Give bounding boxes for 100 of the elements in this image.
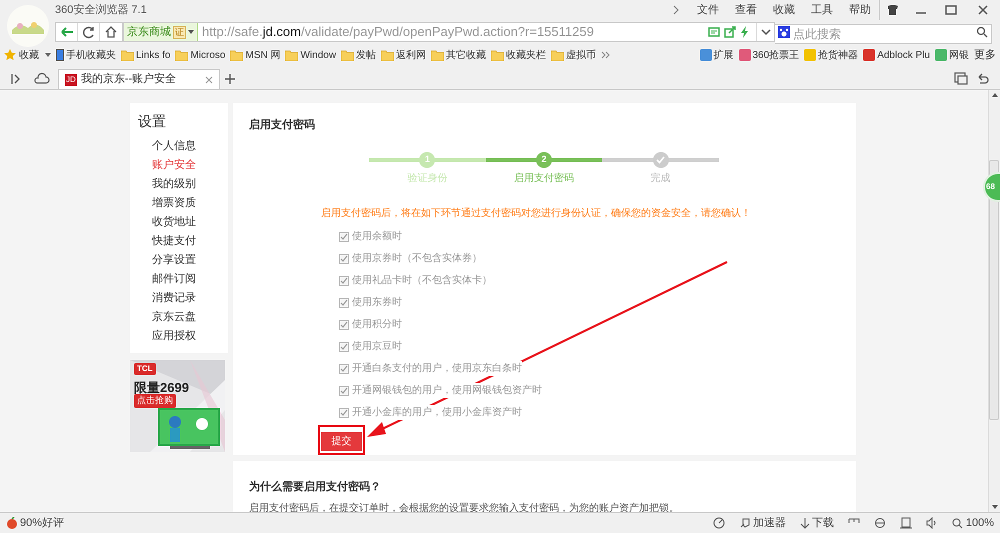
tomato-icon (6, 517, 18, 529)
checkbox[interactable] (339, 364, 349, 374)
search-icon (976, 26, 988, 38)
address-bar[interactable]: 京东商城 证 http://safe.jd.com/validate/payPwd/openPayPwd.action?r=15511259 (123, 22, 775, 42)
checkbox[interactable] (339, 320, 349, 330)
sidebar-item[interactable]: 账户安全 (138, 156, 228, 175)
tick-icon (340, 364, 348, 372)
bookmark[interactable]: 手机收藏夹 (56, 48, 116, 62)
sidebar-item[interactable]: 京东云盘 (138, 308, 228, 327)
bookmark[interactable]: Links fo (121, 48, 170, 62)
window-icon[interactable] (900, 517, 912, 529)
folder-icon (230, 50, 244, 60)
bookmark[interactable]: 虚拟币 (551, 48, 596, 62)
folder-icon (491, 50, 504, 60)
folder-icon (431, 50, 444, 60)
paw-icon (778, 26, 790, 38)
ad-cta: 点击抢购 (134, 394, 176, 408)
bookmark[interactable]: Window (285, 48, 336, 62)
checkmark-icon (656, 156, 666, 164)
menu-item[interactable]: 帮助 (849, 2, 871, 18)
tick-icon (340, 298, 348, 306)
menu-item[interactable]: 查看 (735, 2, 757, 18)
download-arrow-icon (800, 517, 810, 529)
search-field[interactable]: 点此搜索 (775, 24, 992, 44)
chevron-icon (673, 5, 679, 15)
url-text: http://safe.jd.com/validate/payPwd/openPayPwd.action?r=15511259 (202, 23, 594, 42)
sidebar-item[interactable]: 增票资质 (138, 194, 228, 213)
ad-headline: 限量2699 (134, 379, 189, 396)
close-icon (205, 76, 213, 84)
extension-button[interactable]: 抢货神器 (804, 48, 858, 62)
bookmark[interactable]: 其它收藏 (431, 48, 486, 62)
caret-icon (188, 30, 194, 34)
checkbox[interactable] (339, 298, 349, 308)
double-chevron-icon (601, 51, 612, 59)
bookmark[interactable]: 收藏夹栏 (491, 48, 546, 62)
step-label: 验证身份 (407, 172, 448, 186)
ad-banner[interactable]: TCL 限量2699 点击抢购 (130, 360, 225, 452)
menu-item[interactable]: 工具 (811, 2, 833, 18)
bookmark[interactable]: 收藏 (4, 48, 51, 62)
sidebar-item[interactable]: 个人信息 (138, 137, 228, 156)
sidebar-item[interactable]: 应用授权 (138, 327, 228, 346)
sidebar-item[interactable]: 快捷支付 (138, 232, 228, 251)
speed-icon[interactable] (712, 517, 725, 529)
sidebar-item[interactable]: 我的级别 (138, 175, 228, 194)
share-icon (724, 26, 736, 38)
menu-item[interactable]: 文件 (697, 2, 719, 18)
extension-button[interactable]: 扩展 (700, 48, 734, 62)
folder-icon (381, 50, 394, 60)
sidebar-item[interactable]: 消费记录 (138, 289, 228, 308)
tick-icon (340, 342, 348, 350)
rating-button[interactable]: 90%好评 (6, 514, 64, 532)
scrollbar[interactable] (988, 90, 1000, 512)
sidebar-title: 设置 (138, 112, 167, 131)
accelerator-button[interactable]: 加速器 (738, 514, 786, 532)
submit-button[interactable]: 提交 (321, 432, 362, 450)
checkbox[interactable] (339, 254, 349, 264)
bookmark[interactable]: 发帖 (341, 48, 376, 62)
sidebar-item[interactable]: 收货地址 (138, 213, 228, 232)
checkbox[interactable] (339, 408, 349, 418)
checkbox[interactable] (339, 386, 349, 396)
folder-icon (341, 50, 354, 60)
extension-button[interactable]: Adblock Plu (863, 48, 930, 62)
tick-icon (340, 320, 348, 328)
folder-icon (551, 50, 564, 60)
search-icon (952, 518, 963, 528)
tick-icon (340, 254, 348, 262)
brand-label: TCL (134, 363, 156, 375)
more-button[interactable]: 更多 (974, 46, 996, 64)
browser-tab[interactable]: JD 我的京东--账户安全 (58, 69, 220, 89)
section-title: 启用支付密码 (249, 118, 316, 133)
bookmark[interactable]: Microso (175, 48, 226, 62)
step-label: 完成 (650, 172, 671, 186)
notice-text: 启用支付密码后，将在如下环节通过支付密码对您进行身份认证，确保您的资金安全，请您确认！ (321, 206, 752, 220)
speaker-icon[interactable] (926, 517, 938, 529)
bookmark[interactable]: 返利网 (381, 48, 426, 62)
checkbox[interactable] (339, 276, 349, 286)
step-label: 启用支付密码 (514, 172, 574, 186)
tick-icon (340, 232, 348, 240)
sidebar-item[interactable]: 邮件订阅 (138, 270, 228, 289)
jd-favicon: JD (65, 74, 77, 86)
step-number: 2 (536, 152, 552, 168)
star-icon (4, 49, 17, 61)
caret-icon (45, 53, 51, 57)
folder-icon (175, 50, 188, 60)
extension-button[interactable]: 360抢票王 (738, 48, 800, 62)
window-title: 360安全浏览器 7.1 (55, 2, 147, 18)
scroll-down-icon (992, 505, 998, 509)
zoom-button[interactable]: 100% (952, 514, 994, 532)
tick-icon (340, 408, 348, 416)
tick-icon (340, 276, 348, 284)
faq-title: 为什么需要启用支付密码？ (249, 480, 382, 494)
checkbox[interactable] (339, 232, 349, 242)
folder-icon (121, 50, 134, 60)
certificate-badge: 证 (173, 26, 186, 38)
checkbox[interactable] (339, 342, 349, 352)
sidebar-item[interactable]: 分享设置 (138, 251, 228, 270)
bookmark[interactable]: MSN 网 (230, 48, 280, 62)
menu-item[interactable]: 收藏 (773, 2, 795, 18)
download-button[interactable]: 下载 (800, 514, 834, 532)
extension-button[interactable]: 网银 (935, 48, 969, 62)
